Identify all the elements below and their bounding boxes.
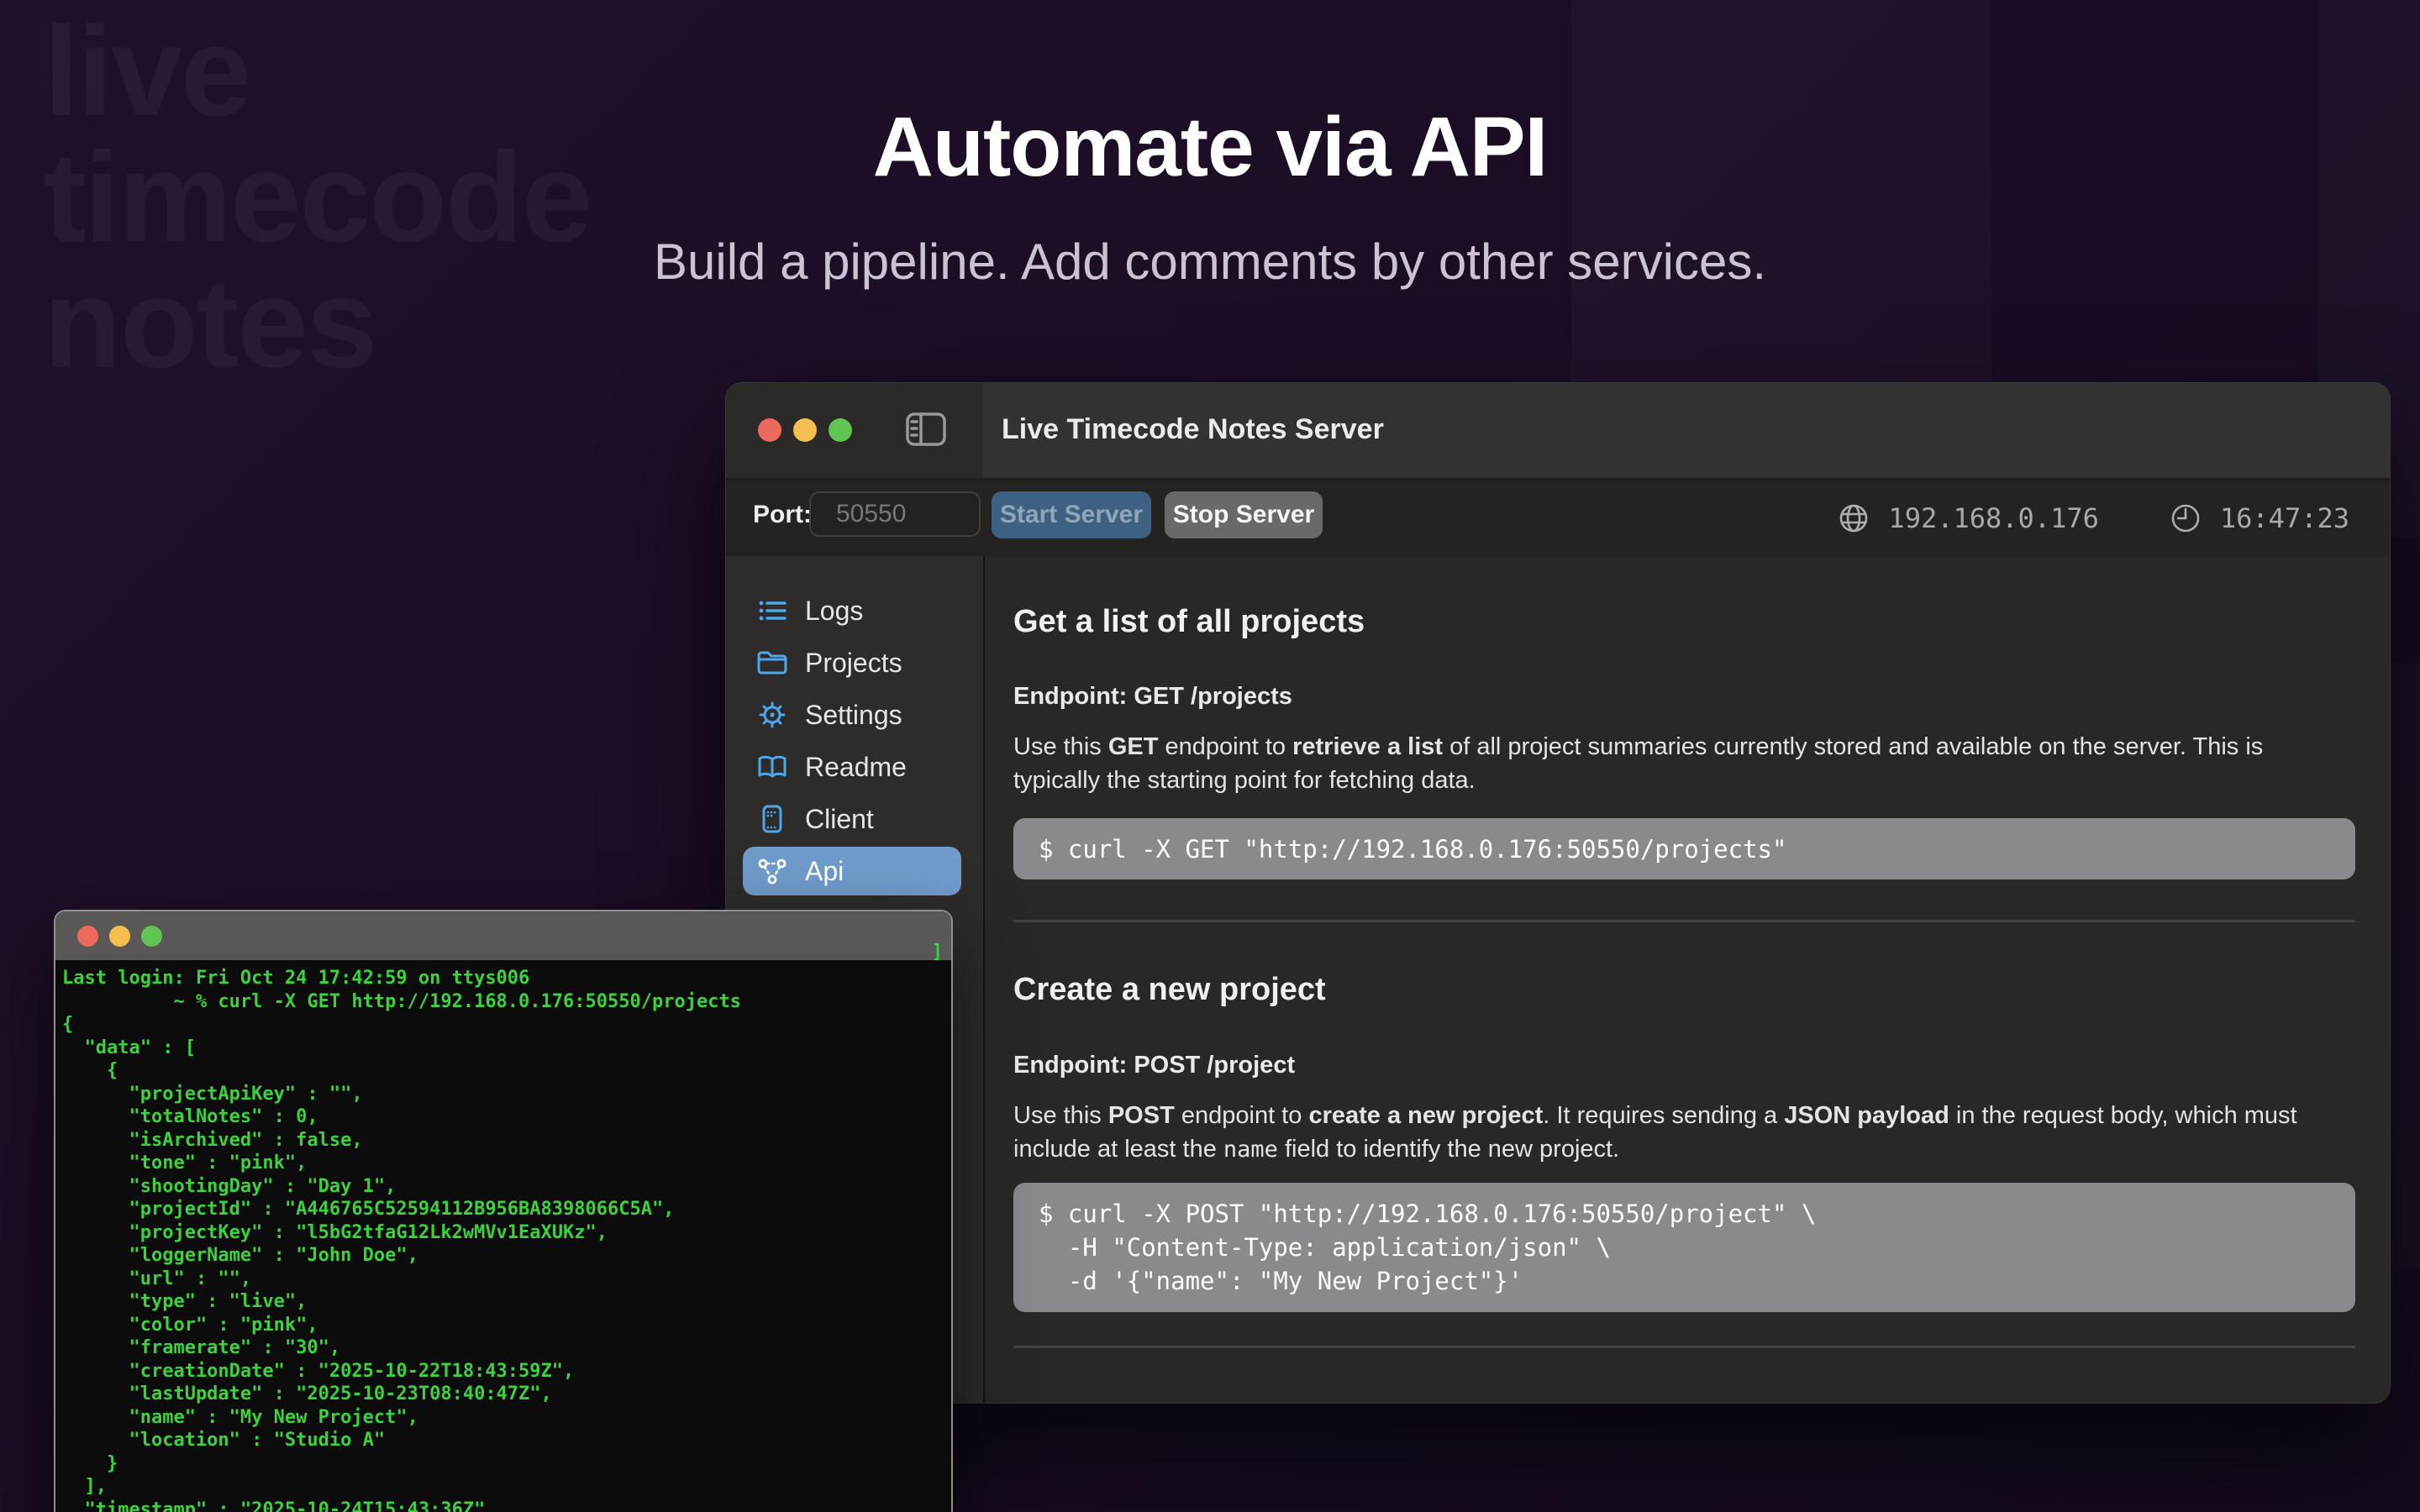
curl-get-command: $ curl -X GET "http://192.168.0.176:5055… [1013, 835, 1812, 864]
device-icon [756, 803, 788, 835]
section-description: Use this GET endpoint to retrieve a list… [1013, 730, 2324, 797]
terminal-titlebar [55, 911, 951, 960]
sidebar-item-logs[interactable]: Logs [743, 586, 961, 635]
terminal-line: "loggerName" : "John Doe", [62, 1244, 951, 1268]
terminal-line: "projectId" : "A446765C52594112B956BA839… [62, 1198, 951, 1221]
sidebar-item-client[interactable]: Client [743, 795, 961, 843]
terminal-line: ~ % curl -X GET http://192.168.0.176:505… [62, 990, 951, 1014]
terminal-window: Last login: Fri Oct 24 17:42:59 on ttys0… [54, 910, 953, 1512]
terminal-line: Last login: Fri Oct 24 17:42:59 on ttys0… [62, 967, 951, 990]
window-titlebar: Live Timecode Notes Server [726, 383, 2390, 477]
terminal-line: { [62, 1059, 951, 1083]
server-toolbar: Port: Start Server Stop Server 192.168.0… [726, 479, 2390, 558]
sidebar-toggle-icon[interactable] [906, 412, 946, 447]
terminal-line: "type" : "live", [62, 1290, 951, 1314]
minimize-window-button[interactable] [109, 926, 130, 947]
section-heading: Create a new project [1013, 972, 1326, 1008]
stop-server-button[interactable]: Stop Server [1165, 491, 1323, 538]
page-background: live timecode notes Automate via API Bui… [0, 0, 2420, 1512]
terminal-line: "creationDate" : "2025-10-22T18:43:59Z", [62, 1360, 951, 1383]
close-window-button[interactable] [758, 418, 781, 442]
api-nodes-icon [756, 855, 788, 887]
section-endpoint: Endpoint: GET /projects [1013, 683, 1292, 711]
section-endpoint: Endpoint: POST /project [1013, 1052, 1295, 1079]
sidebar-item-projects[interactable]: Projects [743, 638, 961, 687]
sidebar-item-label: Settings [805, 700, 902, 731]
terminal-line: "color" : "pink", [62, 1314, 951, 1337]
terminal-overflow-indicator: ] [932, 942, 943, 963]
api-docs-content: Get a list of all projects Endpoint: GET… [985, 556, 2390, 1403]
port-label: Port: [753, 501, 812, 529]
server-status-group: 192.168.0.176 16:47:23 [1838, 480, 2349, 556]
gear-icon [756, 699, 788, 731]
terminal-line: "projectApiKey" : "", [62, 1083, 951, 1106]
page-subtitle: Build a pipeline. Add comments by other … [0, 233, 2420, 291]
minimize-window-button[interactable] [793, 418, 817, 442]
ip-address: 192.168.0.176 [1888, 502, 2098, 534]
server-time: 16:47:23 [2220, 502, 2349, 534]
close-window-button[interactable] [77, 926, 98, 947]
terminal-line: "shootingDay" : "Day 1", [62, 1175, 951, 1199]
section-divider [1013, 1346, 2355, 1348]
list-icon [756, 595, 788, 627]
terminal-line: "data" : [ [62, 1037, 951, 1060]
clock-icon [2170, 502, 2202, 534]
terminal-line: "url" : "", [62, 1268, 951, 1291]
sidebar-item-label: Logs [805, 596, 863, 627]
window-title: Live Timecode Notes Server [1002, 413, 1384, 446]
globe-icon [1838, 502, 1870, 534]
zoom-window-button[interactable] [141, 926, 162, 947]
section-divider [1013, 920, 2355, 922]
curl-get-code-block: $ curl -X GET "http://192.168.0.176:5055… [1013, 818, 2355, 879]
server-app-window: Live Timecode Notes Server Port: Start S… [725, 382, 2391, 1404]
sidebar-item-label: Client [805, 804, 874, 835]
terminal-line: { [62, 1013, 951, 1037]
folder-icon [756, 647, 788, 679]
sidebar-item-label: Projects [805, 648, 902, 679]
terminal-line: } [62, 1452, 951, 1476]
terminal-line: "framerate" : "30", [62, 1336, 951, 1360]
terminal-line: "tone" : "pink", [62, 1152, 951, 1175]
terminal-line: ], [62, 1475, 951, 1499]
terminal-line: "name" : "My New Project", [62, 1406, 951, 1430]
curl-post-command: $ curl -X POST "http://192.168.0.176:505… [1013, 1197, 1841, 1298]
terminal-line: "lastUpdate" : "2025-10-23T08:40:47Z", [62, 1383, 951, 1406]
sidebar-item-api[interactable]: Api [743, 847, 961, 895]
terminal-line: "projectKey" : "l5bG2tfaG12Lk2wMVv1EaXUK… [62, 1221, 951, 1245]
start-server-button[interactable]: Start Server [992, 491, 1151, 538]
sidebar-item-readme[interactable]: Readme [743, 743, 961, 791]
page-title: Automate via API [0, 99, 2420, 196]
terminal-line: "location" : "Studio A" [62, 1429, 951, 1452]
terminal-line: "timestamp" : "2025-10-24T15:43:36Z" [62, 1499, 951, 1512]
sidebar-item-settings[interactable]: Settings [743, 690, 961, 739]
section-description: Use this POST endpoint to create a new p… [1013, 1099, 2324, 1167]
hero-section: Automate via API Build a pipeline. Add c… [0, 99, 2420, 291]
zoom-window-button[interactable] [829, 418, 852, 442]
curl-post-code-block: $ curl -X POST "http://192.168.0.176:505… [1013, 1183, 2355, 1312]
section-heading: Get a list of all projects [1013, 604, 1365, 640]
sidebar-item-label: Api [805, 856, 844, 887]
sidebar-item-label: Readme [805, 752, 907, 783]
book-icon [756, 751, 788, 783]
terminal-output: Last login: Fri Oct 24 17:42:59 on ttys0… [55, 960, 951, 1512]
terminal-line: "totalNotes" : 0, [62, 1105, 951, 1129]
port-input[interactable] [809, 491, 981, 537]
terminal-line: "isArchived" : false, [62, 1129, 951, 1152]
